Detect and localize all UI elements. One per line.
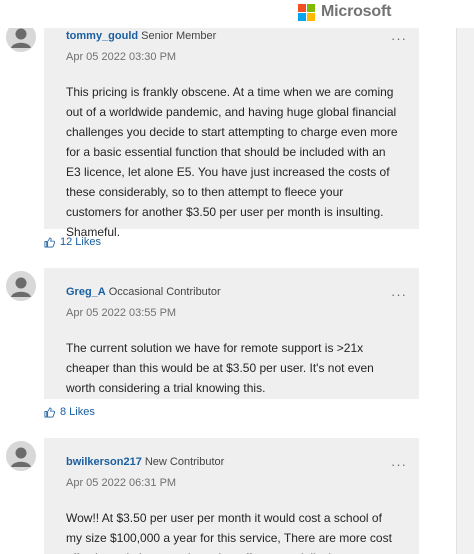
- post-header: tommy_gould Senior Member: [66, 30, 216, 42]
- user-avatar-icon: [6, 441, 36, 471]
- thumbs-up-icon: [44, 237, 55, 247]
- author-name[interactable]: Greg_A: [66, 286, 106, 298]
- author-rank: New Contributor: [144, 456, 225, 468]
- brand-name: Microsoft: [321, 3, 392, 20]
- post-body: This pricing is frankly obscene. At a ti…: [66, 85, 398, 239]
- user-avatar-icon: [6, 271, 36, 301]
- author-rank: Senior Member: [141, 30, 217, 42]
- scrollbar[interactable]: [456, 0, 474, 554]
- thumbs-up-icon: [44, 407, 55, 417]
- post-header: Greg_A Occasional Contributor: [66, 286, 221, 298]
- more-options-icon[interactable]: ···: [391, 287, 407, 302]
- avatar[interactable]: [6, 271, 36, 301]
- more-options-icon[interactable]: ···: [391, 31, 407, 46]
- like-button[interactable]: 12 Likes: [44, 236, 101, 248]
- post-card: tommy_gould Senior Member Apr 05 2022 03:…: [44, 12, 419, 239]
- post-header: bwilkerson217 New Contributor: [66, 456, 224, 468]
- author-name[interactable]: tommy_gould: [66, 30, 138, 42]
- post-date: Apr 05 2022 06:31 PM: [66, 477, 177, 489]
- more-options-icon[interactable]: ···: [391, 457, 407, 472]
- post-date: Apr 05 2022 03:30 PM: [66, 51, 177, 63]
- microsoft-logo-icon: [298, 3, 315, 21]
- microsoft-logo[interactable]: Microsoft: [298, 3, 391, 21]
- post-date: Apr 05 2022 03:55 PM: [66, 307, 177, 319]
- post-card: bwilkerson217 New Contributor Apr 05 2022…: [44, 438, 419, 554]
- like-count: 12 Likes: [60, 236, 101, 248]
- top-bar: Microsoft: [0, 0, 474, 28]
- author-name[interactable]: bwilkerson217: [66, 456, 142, 468]
- post-card: Greg_A Occasional Contributor Apr 05 2022…: [44, 268, 419, 399]
- like-count: 8 Likes: [60, 406, 95, 418]
- avatar[interactable]: [6, 441, 36, 471]
- like-button[interactable]: 8 Likes: [44, 406, 95, 418]
- post-body: Wow!! At $3.50 per user per month it wou…: [66, 511, 392, 554]
- author-rank: Occasional Contributor: [108, 286, 221, 298]
- post-body: The current solution we have for remote …: [66, 341, 374, 395]
